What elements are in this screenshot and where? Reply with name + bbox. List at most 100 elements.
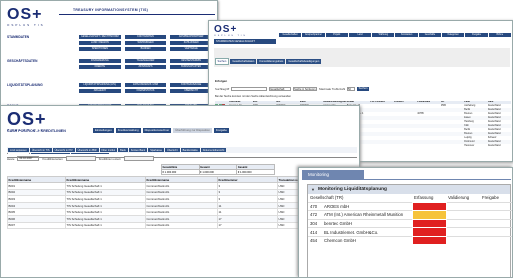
table-cell: B001 <box>7 182 66 190</box>
table-row[interactable]: 414 BL Industriemet. GmbH&Co. <box>308 227 512 237</box>
menu-button[interactable]: GESELLSCHAFT / RECHTSFORM <box>79 35 121 39</box>
table-cell: Commerzbank AG <box>145 201 218 210</box>
menu-button[interactable]: LIQUIDITÄTSPLANUNG (LPL) <box>79 83 121 87</box>
table-cell <box>417 144 441 148</box>
table-cell: 3 <box>217 195 278 203</box>
nav-button[interactable]: Geschäfte <box>418 33 442 37</box>
search-button[interactable]: Suchen <box>357 87 370 91</box>
tab-0[interactable]: Suchen <box>214 57 230 65</box>
menu-button[interactable]: DEVISENTERMIN <box>170 59 212 63</box>
company-name: Chemcon GmbH <box>324 238 356 244</box>
table-row[interactable]: 304 benrtec GmbH <box>308 218 512 229</box>
filter-select-1[interactable]: Gesellschaft <box>269 87 292 91</box>
column-header: Erfassung <box>414 195 434 201</box>
table-row[interactable]: 472 ATM (Int.) American Rheinmetall Munit… <box>308 210 512 220</box>
nav-button[interactable]: Gesellschaften <box>279 33 302 37</box>
menu-button[interactable]: LAND / REGION <box>79 41 121 45</box>
nav-button[interactable]: Projekt <box>325 33 348 37</box>
sub-tab[interactable]: Dokumentübersicht <box>200 148 227 152</box>
company-code: 414 <box>310 229 318 235</box>
table-cell: 17 <box>217 214 278 223</box>
menu-button[interactable]: TAGESGELDER <box>124 59 167 63</box>
menu-button[interactable]: ZAHLUNGEN <box>170 41 212 45</box>
company-name: BL Industriemet. GmbH&Co. <box>324 229 379 235</box>
nav-button[interactable]: Freigabe <box>465 33 488 37</box>
top-button[interactable]: Freigabe <box>213 128 229 133</box>
nav-button[interactable]: Land <box>348 33 372 37</box>
menu-button[interactable]: ÜBERSICHT <box>170 89 212 93</box>
sub-tab[interactable]: Übersicht <box>165 148 180 152</box>
erfassung-status <box>411 218 447 229</box>
sub-tab[interactable]: Filter Institut <box>99 148 118 152</box>
validierung-status <box>446 219 480 228</box>
tab-1[interactable]: Gesellschaftsdaten <box>230 58 257 64</box>
menu-button[interactable]: ANSPRECHPARTNER <box>170 35 212 39</box>
top-button[interactable]: Kreditverwaltung <box>115 128 141 133</box>
table-cell <box>370 144 394 148</box>
company-name: benrtec GmbH <box>324 220 352 226</box>
company-name: ATM (Int.) American Rheinmetall Munition <box>324 212 404 218</box>
top-button[interactable]: Dispositionsrechner <box>142 128 172 133</box>
table-cell: 11 <box>217 201 278 210</box>
panel-title: Monitoring Liquiditätsplanung <box>317 187 387 192</box>
search-hint: Bei der Suche konnten mit den Suche Akte… <box>215 95 291 98</box>
menu-button[interactable]: KREDITE <box>79 65 121 69</box>
main-bar: STAMMDATEN GESELLSCHAFT <box>214 39 276 44</box>
sub-tab[interactable]: Konten Bank <box>128 148 148 152</box>
sub-tab[interactable]: Limit anpassen <box>8 148 29 152</box>
sub-tab[interactable]: Bankkontakte <box>180 148 200 152</box>
menu-button[interactable]: KONTOARTEN <box>124 35 167 39</box>
menu-button[interactable]: VERTRÄGE <box>170 47 212 51</box>
table-cell: TIS Schulung Gesellschaft 1 <box>65 188 146 197</box>
max-hits-input[interactable]: 50 <box>347 87 356 91</box>
menu-button[interactable]: BÜRGSCHAFTEN <box>170 65 212 69</box>
nav-button[interactable]: Währung <box>372 33 395 37</box>
top-button[interactable]: Einstellungen <box>93 128 114 133</box>
erfassung-status <box>411 235 447 246</box>
menu-button[interactable]: ABGLEICH <box>79 89 121 93</box>
sub-tab[interactable]: Bank <box>118 148 128 152</box>
search-row: Suchbegriff Gesellschaft Suche in Sortie… <box>215 87 370 91</box>
menu-button[interactable]: ZINSSWAPS <box>124 65 167 69</box>
freigabe-status <box>480 219 512 228</box>
menu-button[interactable]: BANKEN <box>124 47 167 51</box>
validierung-status <box>446 228 480 237</box>
sub-tab[interactable]: Übersicht in ZBR <box>75 148 99 152</box>
column-header: Gesellschaftsregister <box>323 101 347 104</box>
tab-2[interactable]: Konsolidierungskreis <box>257 58 286 64</box>
top-button[interactable]: Überführung zur Disposition <box>173 128 212 133</box>
menu-button[interactable]: SPEDITIONEN <box>79 47 121 51</box>
date-input[interactable]: 04.10.2007 <box>17 156 40 161</box>
table-cell: B002 <box>7 188 66 197</box>
extern-select[interactable] <box>124 156 155 161</box>
tab-underline <box>302 179 511 180</box>
sub-tab[interactable]: Übersicht in TIS <box>29 148 52 152</box>
menu-row-label: GESCHÄFTSDATEN <box>7 59 38 63</box>
search-input[interactable] <box>231 87 268 91</box>
linetype-label: Kreditlinienarten <box>42 156 63 161</box>
sub-tab[interactable]: Sparkasse <box>148 148 165 152</box>
menu-button[interactable]: ZAHLUNGSAVIS / ZAB <box>124 83 167 87</box>
menu-button[interactable]: FINANZSTATUS <box>124 89 167 93</box>
menu-button[interactable]: WÄHRUNGEN <box>124 41 167 45</box>
table-row[interactable]: 470 AROES mbH <box>308 201 512 212</box>
summary-value: € 1.000.000 <box>198 169 238 175</box>
nav-button[interactable]: Ansprechpartner <box>302 33 325 37</box>
sub-tab[interactable]: Übersicht in IHV <box>52 148 75 152</box>
collapse-icon[interactable]: ▼ <box>311 187 315 192</box>
table-cell: TIS Schulung Gesellschaft 1 <box>65 214 146 223</box>
nav-button[interactable]: Kontoarten <box>395 33 418 37</box>
menu-row-label: LIQUIDITÄTSPLANUNG <box>7 83 43 87</box>
table-row[interactable]: 454 Chemcon GmbH <box>308 235 512 246</box>
filter-select-2[interactable]: Suche in Sortieren <box>293 87 318 91</box>
table-cell: 17 <box>217 221 278 230</box>
menu-button[interactable]: KONTOAUSZÜGE <box>170 83 212 87</box>
linetype-select[interactable] <box>65 156 96 161</box>
tab-3[interactable]: Gesellschaftsbeteiligungen <box>286 58 322 64</box>
monitoring-tab[interactable]: Monitoring <box>302 170 364 179</box>
nav-button[interactable]: Bühne <box>488 33 511 37</box>
table-cell: B005 <box>7 208 66 216</box>
nav-button[interactable]: Kategorien <box>442 33 465 37</box>
title-rule <box>59 14 215 15</box>
menu-button[interactable]: FINANZIERUNG <box>79 59 121 63</box>
